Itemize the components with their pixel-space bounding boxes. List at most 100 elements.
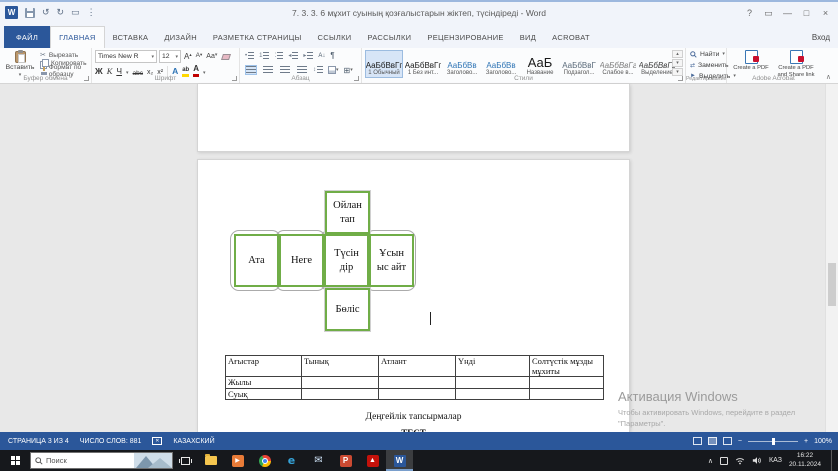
scrollbar-thumb[interactable] <box>828 263 836 306</box>
touch-mode-icon[interactable]: ▭ <box>71 7 80 18</box>
language-indicator[interactable]: КАЗАХСКИЙ <box>173 438 214 445</box>
paragraph-mark-icon[interactable]: ¶ <box>330 51 334 60</box>
show-desktop-button[interactable] <box>831 450 836 471</box>
align-right-button[interactable] <box>279 65 291 75</box>
table-cell[interactable] <box>379 377 456 388</box>
table-cell[interactable] <box>530 377 604 388</box>
clock[interactable]: 16:22 20.11.2024 <box>789 452 821 469</box>
align-left-button[interactable] <box>245 65 257 75</box>
minimize-icon[interactable]: — <box>778 4 797 22</box>
create-pdf-button[interactable]: Create a PDF <box>729 50 773 72</box>
page-2-bottom[interactable] <box>197 84 630 152</box>
edge-button[interactable]: e <box>278 450 305 471</box>
replace-button[interactable]: ⇄ Заменить <box>690 60 726 70</box>
zoom-slider-thumb[interactable] <box>772 438 775 445</box>
styles-scroll-down-icon[interactable]: ▾ <box>672 59 683 67</box>
table-cell[interactable] <box>530 388 604 399</box>
clipboard-dialog-launcher-icon[interactable] <box>84 76 89 81</box>
font-name-select[interactable]: Times New R ▾ <box>95 50 157 63</box>
increase-indent-icon[interactable]: ▸ <box>303 52 313 60</box>
customize-qat-icon[interactable]: ⋮ <box>87 7 96 18</box>
wifi-icon[interactable] <box>735 456 745 465</box>
close-icon[interactable]: × <box>816 4 835 22</box>
powerpoint-button[interactable]: P <box>332 450 359 471</box>
style-subtitle[interactable]: АаБбВвГ Подзагол... <box>560 50 598 78</box>
ribbon-display-options-icon[interactable]: ▭ <box>759 4 778 22</box>
tab-insert[interactable]: ВСТАВКА <box>105 26 157 48</box>
undo-icon[interactable]: ↺ <box>42 7 50 18</box>
justify-button[interactable] <box>296 65 308 75</box>
taskbar-search-box[interactable] <box>30 452 173 469</box>
clear-formatting-icon[interactable] <box>221 54 231 60</box>
shading-icon[interactable]: ▾ <box>328 66 339 74</box>
paragraph-dialog-launcher-icon[interactable] <box>354 76 359 81</box>
start-button[interactable] <box>0 450 30 471</box>
table-cell[interactable] <box>456 388 530 399</box>
tray-app-icon[interactable] <box>720 457 728 465</box>
tab-mailings[interactable]: РАССЫЛКИ <box>359 26 419 48</box>
style-no-spacing[interactable]: АаБбВвГг 1 Без инт... <box>404 50 442 78</box>
page-indicator[interactable]: СТРАНИЦА 3 ИЗ 4 <box>8 438 69 445</box>
bullets-icon[interactable]: • <box>245 52 254 60</box>
redo-icon[interactable]: ↻ <box>57 7 65 18</box>
style-normal[interactable]: АаБбВвГг 1 Обычный <box>365 50 403 78</box>
speaker-icon[interactable] <box>752 456 762 465</box>
read-mode-icon[interactable] <box>693 437 702 445</box>
tab-design[interactable]: ДИЗАЙН <box>156 26 205 48</box>
table-cell[interactable] <box>302 377 379 388</box>
style-heading1[interactable]: АаБбВв Заголово... <box>443 50 481 78</box>
style-heading2[interactable]: АаБбВв Заголово... <box>482 50 520 78</box>
file-explorer-button[interactable] <box>197 450 224 471</box>
chrome-button[interactable] <box>251 450 278 471</box>
table-cell[interactable] <box>379 388 456 399</box>
style-title[interactable]: АаБ Название <box>521 50 559 78</box>
tab-file[interactable]: ФАЙЛ <box>4 26 50 48</box>
help-icon[interactable]: ? <box>740 4 759 22</box>
tab-home[interactable]: ГЛАВНАЯ <box>50 26 105 48</box>
align-center-button[interactable] <box>262 65 274 75</box>
diagram-cell-center[interactable]: Түсін дір <box>324 234 369 287</box>
diagram-cell-nege[interactable]: Неге <box>279 234 324 287</box>
font-size-select[interactable]: 12 ▾ <box>159 50 181 63</box>
table-header[interactable]: Үнді <box>456 356 530 377</box>
sign-in-link[interactable]: Вход <box>812 33 830 42</box>
zoom-slider[interactable] <box>748 441 798 442</box>
style-subtle-emphasis[interactable]: АаБбВвГг Слабое в... <box>599 50 637 78</box>
diagram-cell-ata[interactable]: Ата <box>234 234 279 287</box>
word-taskbar-button[interactable]: W <box>386 450 413 471</box>
numbering-icon[interactable]: 1 <box>259 52 269 60</box>
diagram-cell-top[interactable]: Ойлан тап <box>325 191 370 234</box>
shrink-font-button[interactable]: А▾ <box>195 53 204 60</box>
web-layout-icon[interactable] <box>723 437 732 445</box>
table-header[interactable]: Солтүстік мұзды мұхиты <box>530 356 604 377</box>
ocean-currents-table[interactable]: Ағыстар Тынық Атлант Үнді Солтүстік мұзд… <box>225 355 604 400</box>
table-cell[interactable] <box>456 377 530 388</box>
diagram-cell-bottom[interactable]: Бөліс <box>325 288 370 331</box>
hidden-icons-chevron-icon[interactable]: ∧ <box>708 457 713 465</box>
table-header[interactable]: Ағыстар <box>226 356 302 377</box>
tab-page-layout[interactable]: РАЗМЕТКА СТРАНИЦЫ <box>205 26 310 48</box>
styles-scroll-up-icon[interactable]: ▴ <box>672 50 683 58</box>
tab-references[interactable]: ССЫЛКИ <box>310 26 360 48</box>
diagram-cell-right[interactable]: Ұсын ыс айт <box>369 234 414 287</box>
zoom-out-icon[interactable]: − <box>738 438 742 445</box>
styles-dialog-launcher-icon[interactable] <box>678 76 683 81</box>
style-emphasis[interactable]: АаБбВвГг Выделение <box>638 50 676 78</box>
task-view-button[interactable] <box>173 457 197 465</box>
proofing-errors-icon[interactable]: ✕ <box>152 437 162 445</box>
print-layout-icon[interactable] <box>708 437 717 445</box>
tab-view[interactable]: ВИД <box>512 26 544 48</box>
format-painter-button[interactable]: Формат по образцу <box>40 67 91 75</box>
media-player-button[interactable]: ▶ <box>224 450 251 471</box>
search-input[interactable] <box>46 456 131 465</box>
vertical-scrollbar[interactable] <box>825 84 838 432</box>
sort-icon[interactable]: А↓ <box>318 53 325 59</box>
borders-icon[interactable]: ⊞▾ <box>344 66 353 75</box>
restore-icon[interactable]: □ <box>797 4 816 22</box>
find-button[interactable]: Найти ▾ <box>690 49 726 59</box>
tab-review[interactable]: РЕЦЕНЗИРОВАНИЕ <box>419 26 511 48</box>
table-cell[interactable]: Суық <box>226 388 302 399</box>
collapse-ribbon-icon[interactable]: ∧ <box>826 73 831 81</box>
zoom-in-icon[interactable]: + <box>804 438 808 445</box>
table-header[interactable]: Тынық <box>302 356 379 377</box>
